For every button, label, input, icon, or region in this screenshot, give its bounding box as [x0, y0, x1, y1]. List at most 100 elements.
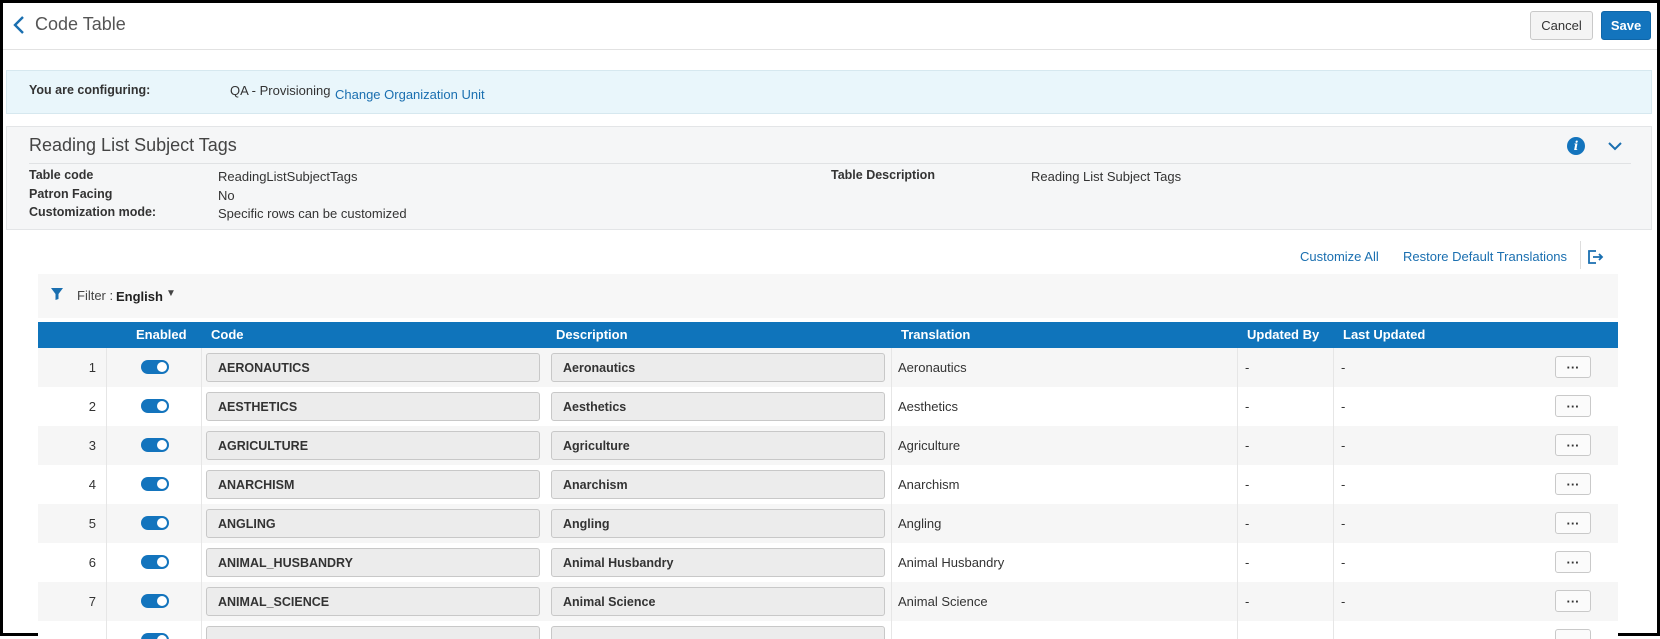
last-updated-cell: - [1341, 555, 1346, 570]
back-arrow-icon[interactable] [9, 13, 29, 37]
restore-default-translations-link[interactable]: Restore Default Translations [1403, 249, 1567, 264]
save-button[interactable]: Save [1601, 11, 1651, 40]
change-organization-unit-link[interactable]: Change Organization Unit [335, 87, 485, 102]
last-updated-cell: - [1341, 399, 1346, 414]
configuring-panel: You are configuring: QA - Provisioning C… [6, 70, 1652, 114]
customize-all-link[interactable]: Customize All [1300, 249, 1379, 264]
enabled-toggle[interactable] [141, 633, 169, 639]
caret-down-icon[interactable]: ▼ [166, 288, 176, 299]
configuring-value: QA - Provisioning [230, 83, 331, 98]
enabled-toggle[interactable] [141, 516, 169, 530]
table-description-label: Table Description [831, 168, 935, 182]
customization-mode-value: Specific rows can be customized [218, 206, 407, 221]
table-code-value: ReadingListSubjectTags [218, 169, 358, 184]
filter-bar: Filter : English ▼ [38, 274, 1618, 318]
last-updated-cell: - [1341, 438, 1346, 453]
table-details-panel: Reading List Subject Tags i Table code R… [6, 126, 1652, 230]
last-updated-cell: - [1341, 360, 1346, 375]
translation-cell: Animal Science [898, 594, 988, 609]
table-row: 7 ANIMAL_SCIENCE Animal Science Animal S… [38, 582, 1618, 621]
export-icon[interactable] [1586, 249, 1604, 265]
row-actions-button[interactable]: ··· [1555, 434, 1591, 456]
description-field[interactable]: Aesthetics [551, 392, 885, 421]
description-field[interactable]: Aeronautics [551, 353, 885, 382]
table-code-label: Table code [29, 168, 94, 182]
row-actions-button[interactable]: ··· [1555, 551, 1591, 573]
last-updated-cell: - [1341, 594, 1346, 609]
enabled-toggle[interactable] [141, 594, 169, 608]
row-number: 5 [88, 516, 96, 531]
table-header: Enabled Code Description Translation Upd… [38, 322, 1618, 348]
row-number: 1 [88, 360, 96, 375]
row-number: 7 [88, 594, 96, 609]
description-field[interactable]: Animal Science [551, 587, 885, 616]
updated-by-cell: - [1245, 399, 1250, 414]
code-field[interactable]: ANIMAL_SCIENCE [206, 587, 540, 616]
column-header-translation[interactable]: Translation [901, 327, 970, 342]
table-row: 3 AGRICULTURE Agriculture Agriculture - … [38, 426, 1618, 465]
divider [29, 163, 1631, 164]
info-icon[interactable]: i [1567, 137, 1585, 155]
table-row: 1 AERONAUTICS Aeronautics Aeronautics - … [38, 348, 1618, 387]
table-description-value: Reading List Subject Tags [1031, 169, 1182, 184]
enabled-toggle[interactable] [141, 555, 169, 569]
row-actions-button[interactable]: ··· [1555, 590, 1591, 612]
table-row: 5 ANGLING Angling Angling - - ··· [38, 504, 1618, 543]
chevron-down-icon[interactable] [1607, 138, 1623, 154]
row-number: 6 [88, 555, 96, 570]
table-row: 2 AESTHETICS Aesthetics Aesthetics - - ·… [38, 387, 1618, 426]
updated-by-cell: - [1245, 516, 1250, 531]
row-actions-button[interactable]: ··· [1555, 473, 1591, 495]
code-field[interactable]: AGRICULTURE [206, 431, 540, 460]
table-body: 1 AERONAUTICS Aeronautics Aeronautics - … [38, 348, 1618, 639]
enabled-toggle[interactable] [141, 438, 169, 452]
code-field[interactable]: ANGLING [206, 509, 540, 538]
enabled-toggle[interactable] [141, 399, 169, 413]
column-header-description[interactable]: Description [556, 327, 628, 342]
row-number: 4 [88, 477, 96, 492]
row-number: 3 [88, 438, 96, 453]
column-header-code[interactable]: Code [211, 327, 244, 342]
translation-cell: Anarchism [898, 477, 960, 492]
description-field[interactable]: Anarchism [551, 470, 885, 499]
column-header-updated-by[interactable]: Updated By [1247, 327, 1319, 342]
updated-by-cell: - [1245, 555, 1250, 570]
description-field[interactable]: Angling [551, 509, 885, 538]
code-field[interactable]: AERONAUTICS [206, 353, 540, 382]
page-title: Code Table [35, 14, 126, 34]
code-field[interactable] [206, 626, 540, 639]
row-actions-button[interactable] [1555, 629, 1591, 639]
updated-by-cell: - [1245, 594, 1250, 609]
translation-cell: Aesthetics [898, 399, 958, 414]
divider [1580, 241, 1581, 269]
table-title: Reading List Subject Tags [29, 135, 237, 155]
row-number: 2 [88, 399, 96, 414]
column-header-last-updated[interactable]: Last Updated [1343, 327, 1425, 342]
updated-by-cell: - [1245, 477, 1250, 492]
row-actions-button[interactable]: ··· [1555, 395, 1591, 417]
row-actions-button[interactable]: ··· [1555, 356, 1591, 378]
enabled-toggle[interactable] [141, 477, 169, 491]
customization-mode-label: Customization mode: [29, 205, 157, 219]
last-updated-cell: - [1341, 477, 1346, 492]
last-updated-cell: - [1341, 516, 1346, 531]
filter-label: Filter : [77, 288, 114, 303]
filter-icon[interactable] [50, 287, 64, 301]
code-field[interactable]: ANIMAL_HUSBANDRY [206, 548, 540, 577]
column-header-enabled[interactable]: Enabled [136, 327, 187, 342]
enabled-toggle[interactable] [141, 360, 169, 374]
table-row: 6 ANIMAL_HUSBANDRY Animal Husbandry Anim… [38, 543, 1618, 582]
language-filter-dropdown[interactable]: English [116, 289, 163, 304]
translation-cell: Aeronautics [898, 360, 967, 375]
cancel-button[interactable]: Cancel [1530, 11, 1593, 40]
code-field[interactable]: AESTHETICS [206, 392, 540, 421]
description-field[interactable]: Agriculture [551, 431, 885, 460]
description-field[interactable] [551, 626, 885, 639]
description-field[interactable]: Animal Husbandry [551, 548, 885, 577]
table-row [38, 621, 1618, 639]
code-field[interactable]: ANARCHISM [206, 470, 540, 499]
updated-by-cell: - [1245, 360, 1250, 375]
configuring-label: You are configuring: [29, 83, 151, 97]
row-actions-button[interactable]: ··· [1555, 512, 1591, 534]
table-row: 4 ANARCHISM Anarchism Anarchism - - ··· [38, 465, 1618, 504]
